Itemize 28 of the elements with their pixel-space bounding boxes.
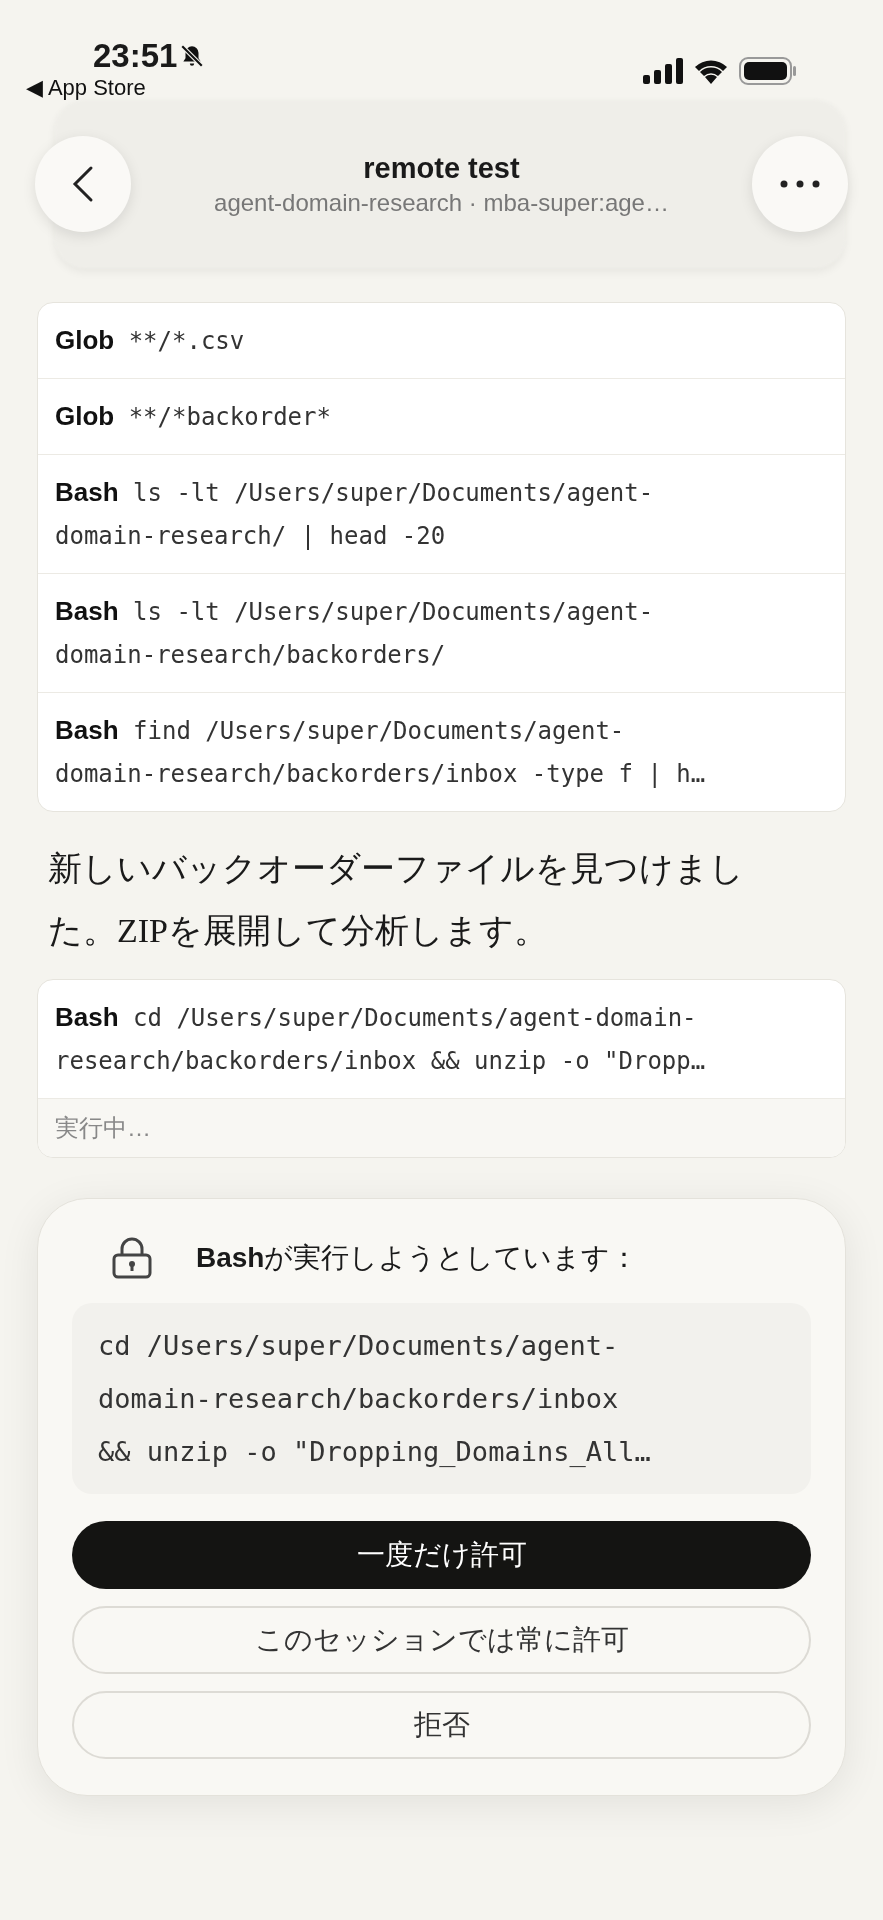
- tool-call-row[interactable]: Glob **/*backorder*: [38, 378, 845, 454]
- permission-prompt: Bashが実行しようとしています：: [196, 1241, 639, 1275]
- tool-call-text: Bash ls -lt /Users/super/Documents/agent- domain-research/ | head -20: [55, 476, 655, 552]
- permission-button[interactable]: 一度だけ許可: [72, 1521, 811, 1589]
- tool-call-row[interactable]: Glob **/*.csv: [38, 303, 845, 378]
- lock-icon: [112, 1237, 152, 1279]
- tool-call-text: Bash cd /Users/super/Documents/agent-domain- research/backorders/inbox && unzip -o "Dropp…: [55, 1001, 707, 1077]
- chat-subtitle: agent-domain-research · mba-super:age…: [214, 188, 669, 218]
- more-icon: [780, 180, 820, 188]
- permission-button[interactable]: 拒否: [72, 1691, 811, 1759]
- tool-call-text: Bash find /Users/super/Documents/agent- domain-research/backorders/inbox -type f | h…: [55, 714, 707, 790]
- command-preview: cd /Users/super/Documents/agent- domain-research/backorders/inbox && unzip -o "Dropping_Domains_All…: [72, 1303, 811, 1494]
- battery-icon: [739, 57, 797, 85]
- tool-call-row[interactable]: Bash ls -lt /Users/super/Documents/agent- domain-research/backorders/: [38, 573, 845, 692]
- assistant-message: 新しいバックオーダーファイルを見つけました。ZIPを展開して分析します。: [48, 849, 745, 951]
- signal-icon: [643, 58, 683, 84]
- running-status: 実行中…: [55, 1114, 151, 1141]
- wifi-icon: [693, 58, 729, 84]
- permission-button[interactable]: このセッションでは常に許可: [72, 1606, 811, 1674]
- status-time: 23:51: [93, 38, 178, 74]
- chat-title: remote test: [363, 151, 520, 186]
- tool-call-row[interactable]: Bash find /Users/super/Documents/agent- domain-research/backorders/inbox -type f | h…: [38, 692, 845, 811]
- tool-call-text: Glob **/*.csv: [55, 324, 246, 357]
- tool-call-text: Glob **/*backorder*: [55, 400, 332, 433]
- tool-call-row[interactable]: Bash ls -lt /Users/super/Documents/agent- domain-research/ | head -20: [38, 454, 845, 573]
- back-to-app-link[interactable]: ◀ App Store: [26, 74, 206, 102]
- tool-call-text: Bash ls -lt /Users/super/Documents/agent- domain-research/backorders/: [55, 595, 655, 671]
- chevron-left-icon: [71, 164, 95, 204]
